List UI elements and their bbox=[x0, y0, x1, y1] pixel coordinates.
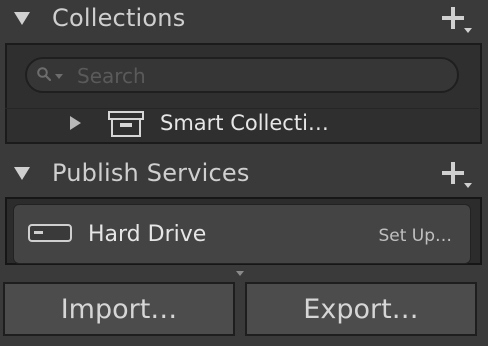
set-up-link[interactable]: Set Up… bbox=[378, 226, 452, 246]
search-input[interactable] bbox=[75, 62, 449, 90]
collection-item-label[interactable]: Smart Collecti… bbox=[160, 111, 329, 135]
panel-resize-caret-icon[interactable] bbox=[236, 271, 244, 276]
hard-drive-icon bbox=[28, 224, 72, 242]
search-options-chevron-icon[interactable] bbox=[55, 74, 63, 79]
collapse-triangle-icon[interactable] bbox=[14, 12, 30, 25]
collapse-triangle-icon[interactable] bbox=[14, 167, 30, 180]
hard-drive-label: Hard Drive bbox=[88, 222, 207, 247]
publish-services-title: Publish Services bbox=[52, 159, 250, 187]
import-button[interactable]: Import… bbox=[3, 282, 235, 336]
collections-title: Collections bbox=[52, 4, 186, 32]
add-publish-service-plus-icon[interactable] bbox=[442, 162, 464, 184]
publish-services-header[interactable]: Publish Services bbox=[0, 155, 488, 191]
collections-header[interactable]: Collections bbox=[0, 0, 488, 36]
export-button[interactable]: Export… bbox=[245, 282, 477, 336]
add-publish-service-dropdown-icon[interactable] bbox=[464, 183, 472, 188]
expand-triangle-icon[interactable] bbox=[70, 116, 81, 130]
add-collection-dropdown-icon[interactable] bbox=[464, 28, 472, 33]
publish-service-hard-drive[interactable]: Hard Drive Set Up… bbox=[13, 204, 471, 264]
collection-search-field[interactable] bbox=[25, 57, 459, 93]
add-collection-plus-icon[interactable] bbox=[442, 7, 464, 29]
search-icon bbox=[37, 67, 51, 81]
smart-collection-set-icon bbox=[108, 111, 144, 137]
